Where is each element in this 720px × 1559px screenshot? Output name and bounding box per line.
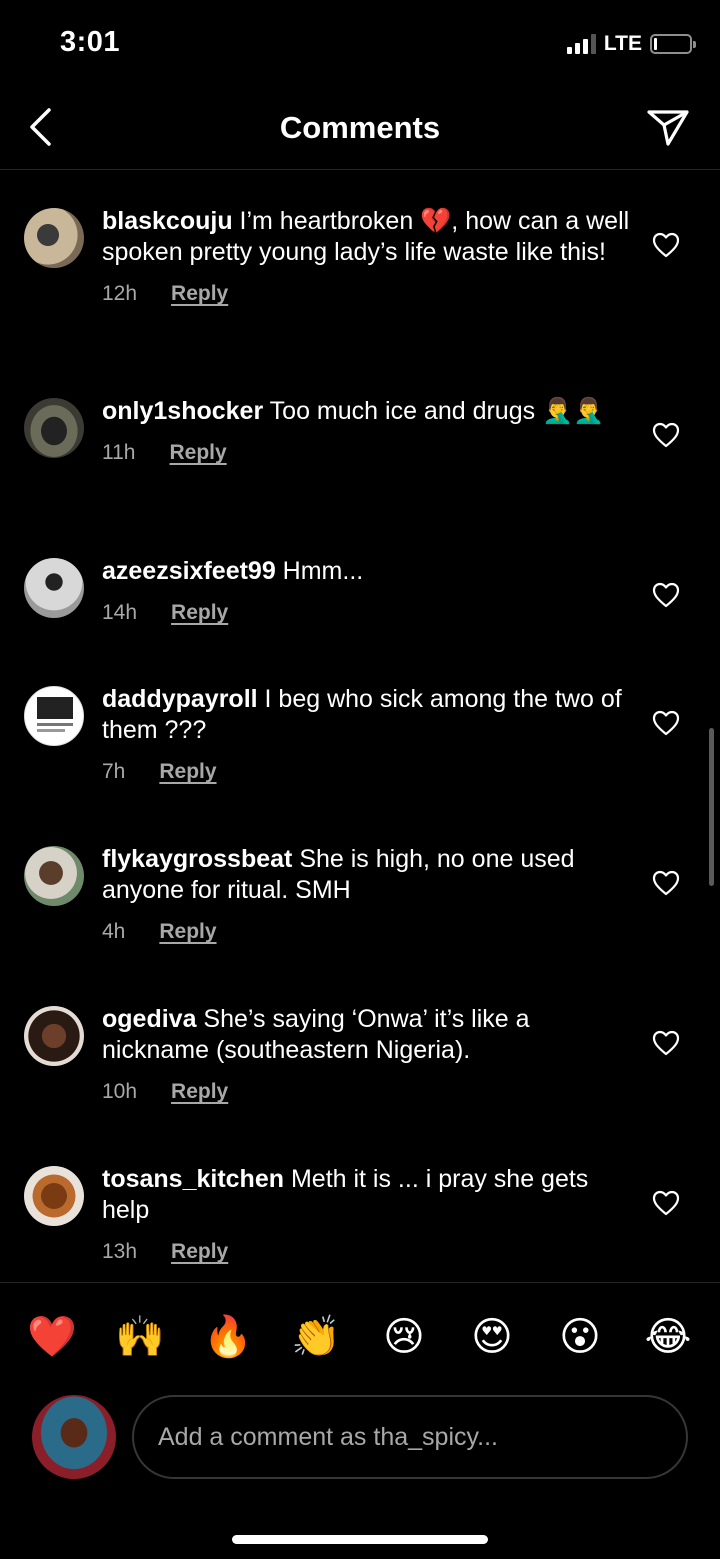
reaction-clapping-emoji[interactable]: 👏 [290, 1311, 342, 1363]
comment-time: 13h [102, 1240, 138, 1263]
reaction-laughing-emoji[interactable]: 😂 [642, 1311, 694, 1363]
comment-text: azeezsixfeet99 Hmm... [102, 557, 364, 585]
comment-meta: 12h Reply [102, 282, 632, 306]
heart-icon[interactable] [652, 1030, 680, 1056]
comment-username[interactable]: tosans_kitchen [102, 1165, 284, 1193]
comment-time: 11h [102, 441, 136, 464]
status-indicators: LTE [566, 32, 696, 56]
home-indicator[interactable] [232, 1535, 488, 1544]
send-icon [647, 110, 689, 146]
comment-username[interactable]: only1shocker [102, 397, 263, 425]
reaction-surprised-emoji[interactable]: 😮 [554, 1311, 606, 1363]
comment-username[interactable]: daddypayroll [102, 685, 258, 713]
my-avatar [32, 1395, 116, 1479]
reply-button[interactable]: Reply [169, 441, 226, 465]
reply-button[interactable]: Reply [159, 760, 216, 784]
comment-username[interactable]: flykaygrossbeat [102, 845, 292, 873]
comment-username[interactable]: ogediva [102, 1005, 196, 1033]
comment-meta: 10h Reply [102, 1080, 632, 1104]
comment-input-container[interactable] [132, 1395, 688, 1479]
comment-time: 10h [102, 1080, 138, 1103]
avatar[interactable] [24, 398, 84, 458]
page-title: Comments [279, 110, 441, 145]
status-time: 3:01 [60, 26, 121, 58]
status-bar: 3:01 LTE [0, 0, 720, 90]
avatar[interactable] [24, 208, 84, 268]
heart-icon[interactable] [652, 1190, 680, 1216]
reply-button[interactable]: Reply [171, 1080, 228, 1104]
reaction-heart-emoji[interactable]: ❤️ [26, 1311, 78, 1363]
reply-button[interactable]: Reply [171, 282, 228, 306]
comment-body: blaskcouju I’m heartbroken 💔, how can a … [102, 206, 632, 306]
heart-icon[interactable] [652, 870, 680, 896]
header: Comments [0, 90, 720, 170]
comment-meta: 4h Reply [102, 920, 632, 944]
comment-body: daddypayroll I beg who sick among the tw… [102, 684, 632, 784]
share-button[interactable] [642, 102, 694, 154]
reply-button[interactable]: Reply [171, 601, 228, 625]
comment-body: tosans_kitchen Meth it is ... i pray she… [102, 1164, 632, 1264]
network-label: LTE [603, 32, 642, 55]
comment-username[interactable]: blaskcouju [102, 207, 233, 235]
comment-meta: 7h Reply [102, 760, 632, 784]
reaction-heart-eyes-emoji[interactable]: 😍 [466, 1311, 518, 1363]
comment-composer: ❤️ 🙌 🔥 👏 😢 😍 😮 😂 [0, 1282, 720, 1559]
comment-meta: 14h Reply [102, 601, 632, 625]
comment-body: ogediva She’s saying ‘Onwa’ it’s like a … [102, 1004, 632, 1104]
comment-text: ogediva She’s saying ‘Onwa’ it’s like a … [102, 1005, 530, 1064]
comment-body: flykaygrossbeat She is high, no one used… [102, 844, 632, 944]
avatar[interactable] [24, 846, 84, 906]
comments-list[interactable]: blaskcouju I’m heartbroken 💔, how can a … [0, 170, 720, 1282]
comment-meta: 11h Reply [102, 441, 632, 465]
reaction-crying-emoji[interactable]: 😢 [378, 1311, 430, 1363]
heart-icon[interactable] [652, 710, 680, 736]
avatar[interactable] [24, 558, 84, 618]
reply-button[interactable]: Reply [159, 920, 216, 944]
heart-icon[interactable] [652, 232, 680, 258]
heart-icon[interactable] [652, 422, 680, 448]
reaction-raising-hands-emoji[interactable]: 🙌 [114, 1311, 166, 1363]
reaction-fire-emoji[interactable]: 🔥 [202, 1311, 254, 1363]
comment-text: blaskcouju I’m heartbroken 💔, how can a … [102, 207, 630, 266]
comment-meta: 13h Reply [102, 1240, 632, 1264]
comment-body: azeezsixfeet99 Hmm... 14h Reply [102, 556, 632, 625]
comment-username[interactable]: azeezsixfeet99 [102, 557, 276, 585]
comment-time: 4h [102, 920, 126, 943]
comment-time: 14h [102, 601, 138, 624]
comment-time: 12h [102, 282, 138, 305]
comment-input[interactable] [158, 1422, 686, 1452]
comment-body: only1shocker Too much ice and drugs 🤦‍♂️… [102, 396, 632, 465]
scrollbar[interactable] [709, 728, 714, 886]
avatar[interactable] [24, 1166, 84, 1226]
heart-icon[interactable] [652, 582, 680, 608]
reaction-bar: ❤️ 🙌 🔥 👏 😢 😍 😮 😂 [26, 1311, 694, 1363]
reply-button[interactable]: Reply [171, 1240, 228, 1264]
comment-time: 7h [102, 760, 126, 783]
avatar[interactable] [24, 686, 84, 746]
comment-text: flykaygrossbeat She is high, no one used… [102, 845, 575, 904]
avatar[interactable] [24, 1006, 84, 1066]
signal-icon [566, 34, 596, 54]
comment-text: only1shocker Too much ice and drugs 🤦‍♂️… [102, 397, 605, 425]
battery-icon [650, 34, 696, 54]
comment-text: tosans_kitchen Meth it is ... i pray she… [102, 1165, 589, 1224]
comment-text: daddypayroll I beg who sick among the tw… [102, 685, 622, 744]
